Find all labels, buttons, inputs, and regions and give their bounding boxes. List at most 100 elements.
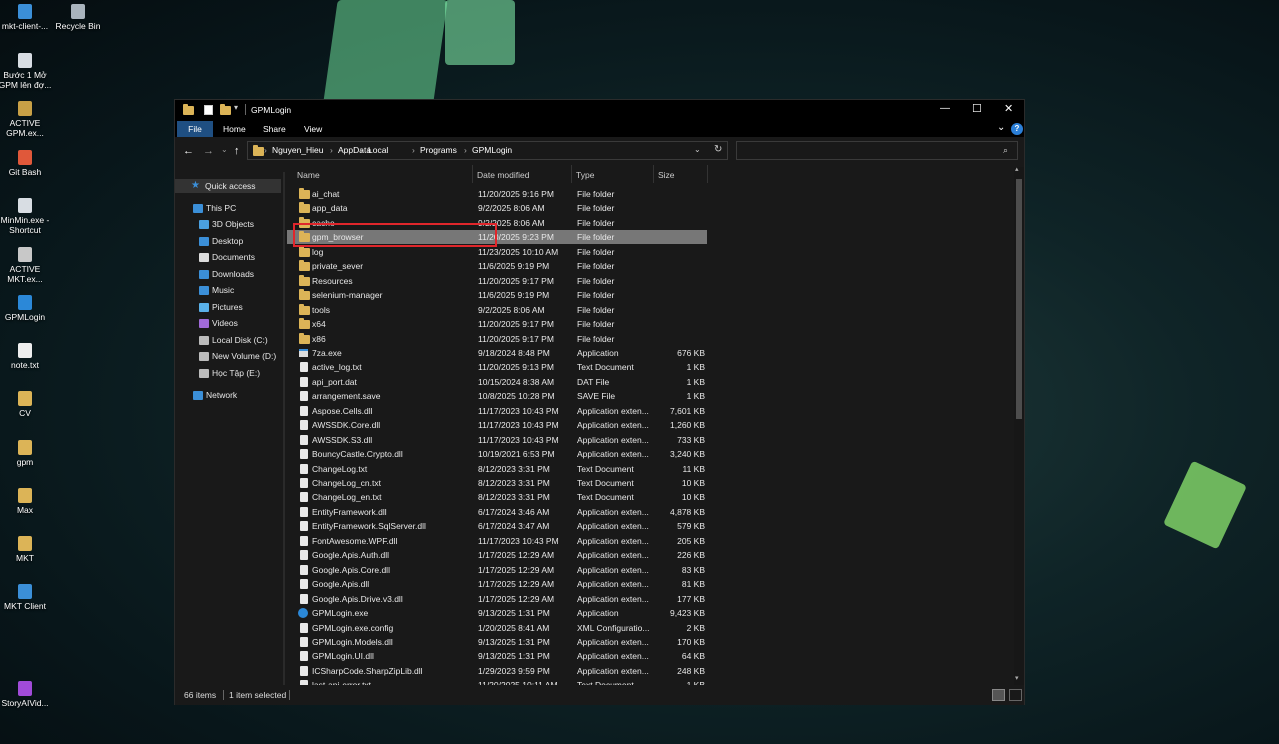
file-row[interactable]: ChangeLog.txt 8/12/2023 3:31 PM Text Docum… — [287, 462, 707, 476]
file-row[interactable]: GPMLogin.UI.dll 9/13/2025 1:31 PM Applicat… — [287, 649, 707, 663]
nav-item-quick-access[interactable]: ★ Quick access — [175, 179, 281, 193]
desktop-icon[interactable]: MKT — [0, 536, 53, 563]
file-row[interactable]: ai_chat 11/20/2025 9:16 PM File folder — [287, 187, 707, 201]
file-row[interactable]: BouncyCastle.Crypto.dll 10/19/2021 6:53 P… — [287, 447, 707, 461]
file-row[interactable]: x64 11/20/2025 9:17 PM File folder — [287, 317, 707, 331]
tab-share[interactable]: Share — [263, 122, 286, 136]
desktop-icon[interactable]: GPMLogin — [0, 295, 53, 322]
column-divider[interactable] — [707, 165, 708, 183]
column-header-size[interactable]: Size — [658, 168, 675, 182]
nav-item[interactable]: Desktop — [175, 234, 281, 248]
folder-icon[interactable] — [220, 104, 231, 115]
breadcrumb-item[interactable]: Programs — [420, 143, 457, 157]
breadcrumb-item[interactable]: Nguyen_Hieu — [272, 143, 324, 157]
vertical-scrollbar[interactable]: ▴ ▾ — [1014, 165, 1024, 685]
maximize-button[interactable]: ☐ — [972, 102, 982, 116]
file-row[interactable]: last-api-error.txt 11/20/2025 10:11 AM Tex… — [287, 678, 707, 685]
breadcrumb-separator[interactable]: › — [360, 143, 363, 157]
file-row[interactable]: x86 11/20/2025 9:17 PM File folder — [287, 332, 707, 346]
file-row[interactable]: active_log.txt 11/20/2025 9:13 PM Text Doc… — [287, 360, 707, 374]
desktop-icon[interactable]: mkt-client-... — [0, 4, 53, 31]
column-header-name[interactable]: Name — [297, 168, 320, 182]
file-row[interactable]: AWSSDK.S3.dll 11/17/2023 10:43 PM Applicat… — [287, 433, 707, 447]
desktop-icon[interactable]: MKT Client — [0, 584, 53, 611]
file-row[interactable]: AWSSDK.Core.dll 11/17/2023 10:43 PM Applic… — [287, 418, 707, 432]
nav-item[interactable]: Music — [175, 283, 281, 297]
desktop-icon[interactable]: Bước 1 Mở GPM lên đợ... — [0, 53, 53, 90]
file-row[interactable]: GPMLogin.exe 9/13/2025 1:31 PM Application… — [287, 606, 707, 620]
file-row[interactable]: api_port.dat 10/15/2024 8:38 AM DAT File 1 … — [287, 375, 707, 389]
scroll-down-icon[interactable]: ▾ — [1015, 674, 1019, 682]
file-row[interactable]: GPMLogin.exe.config 1/20/2025 8:41 AM XML … — [287, 621, 707, 635]
nav-item[interactable]: Local Disk (C:) — [175, 333, 281, 347]
desktop-icon[interactable]: Recycle Bin — [50, 4, 106, 31]
file-row[interactable]: app_data 9/2/2025 8:06 AM File folder — [287, 201, 707, 215]
nav-item[interactable]: Pictures — [175, 300, 281, 314]
file-row[interactable]: Resources 11/20/2025 9:17 PM File folder — [287, 274, 707, 288]
breadcrumb-item[interactable]: GPMLogin — [472, 143, 512, 157]
file-row[interactable]: GPMLogin.Models.dll 9/13/2025 1:31 PM Appl… — [287, 635, 707, 649]
quick-access-dropdown-icon[interactable]: ▾ — [234, 103, 238, 112]
large-icons-view-button[interactable] — [1009, 689, 1022, 701]
nav-item-network[interactable]: Network — [175, 388, 281, 402]
minimize-button[interactable]: — — [940, 102, 950, 116]
address-dropdown-icon[interactable]: ⌄ — [694, 143, 701, 157]
file-row[interactable]: EntityFramework.SqlServer.dll 6/17/2024 3… — [287, 519, 707, 533]
desktop-icon[interactable]: ACTIVE GPM.ex... — [0, 101, 53, 138]
nav-item[interactable]: Videos — [175, 316, 281, 330]
breadcrumb-separator[interactable]: › — [464, 143, 467, 157]
recent-locations-icon[interactable]: ⌄ — [221, 143, 228, 157]
breadcrumb-item[interactable]: Local — [368, 143, 388, 157]
file-row[interactable]: ICSharpCode.SharpZipLib.dll 1/29/2023 9:5… — [287, 664, 707, 678]
nav-item[interactable]: 3D Objects — [175, 217, 281, 231]
breadcrumb-item[interactable]: AppData — [338, 143, 371, 157]
desktop-icon[interactable]: ACTIVE MKT.ex... — [0, 247, 53, 284]
file-row[interactable]: ChangeLog_en.txt 8/12/2023 3:31 PM Text Do… — [287, 490, 707, 504]
refresh-icon[interactable]: ↻ — [714, 143, 722, 157]
search-input[interactable] — [741, 144, 991, 157]
address-bar[interactable]: › Nguyen_Hieu › AppData › Local › Programs › GPML… — [247, 141, 728, 160]
column-header-type[interactable]: Type — [576, 168, 594, 182]
desktop-icon[interactable]: Git Bash — [0, 150, 53, 177]
column-divider[interactable] — [472, 165, 473, 183]
help-icon[interactable]: ? — [1011, 123, 1023, 135]
file-row[interactable]: selenium-manager 11/6/2025 9:19 PM File fo… — [287, 288, 707, 302]
forward-button[interactable]: → — [203, 144, 214, 158]
file-row[interactable]: ChangeLog_cn.txt 8/12/2023 3:31 PM Text Do… — [287, 476, 707, 490]
back-button[interactable]: ← — [183, 144, 194, 158]
nav-item-this-pc[interactable]: This PC — [175, 201, 281, 215]
nav-item[interactable]: Documents — [175, 250, 281, 264]
tab-file[interactable]: File — [177, 121, 213, 137]
tab-home[interactable]: Home — [223, 122, 246, 136]
details-view-button[interactable] — [992, 689, 1005, 701]
file-row[interactable]: 7za.exe 9/18/2024 8:48 PM Application 676 K… — [287, 346, 707, 360]
checkbox-icon[interactable] — [204, 105, 213, 115]
file-row[interactable]: Google.Apis.Auth.dll 1/17/2025 12:29 AM Ap… — [287, 548, 707, 562]
nav-pane-scrollbar[interactable] — [283, 172, 285, 685]
file-row[interactable]: Aspose.Cells.dll 11/17/2023 10:43 PM Appli… — [287, 404, 707, 418]
breadcrumb-separator[interactable]: › — [412, 143, 415, 157]
tab-view[interactable]: View — [304, 122, 322, 136]
column-divider[interactable] — [571, 165, 572, 183]
file-row[interactable]: EntityFramework.dll 6/17/2024 3:46 AM Appl… — [287, 505, 707, 519]
up-button[interactable]: ↑ — [234, 144, 240, 158]
scroll-up-icon[interactable]: ▴ — [1015, 165, 1019, 173]
desktop-icon[interactable]: MinMin.exe - Shortcut — [0, 198, 53, 235]
desktop-icon[interactable]: CV — [0, 391, 53, 418]
file-row[interactable]: Google.Apis.Drive.v3.dll 1/17/2025 12:29 … — [287, 592, 707, 606]
file-row[interactable]: Google.Apis.Core.dll 1/17/2025 12:29 AM Ap… — [287, 563, 707, 577]
breadcrumb-separator[interactable]: › — [264, 143, 267, 157]
search-icon[interactable]: ⌕ — [1003, 143, 1008, 157]
column-divider[interactable] — [653, 165, 654, 183]
file-row[interactable]: tools 9/2/2025 8:06 AM File folder — [287, 303, 707, 317]
desktop-icon[interactable]: gpm — [0, 440, 53, 467]
desktop-icon[interactable]: Max — [0, 488, 53, 515]
file-row[interactable]: private_sever 11/6/2025 9:19 PM File folde… — [287, 259, 707, 273]
nav-item[interactable]: Downloads — [175, 267, 281, 281]
search-box[interactable]: ⌕ — [736, 141, 1018, 160]
nav-item[interactable]: New Volume (D:) — [175, 349, 281, 363]
close-button[interactable]: ✕ — [1004, 102, 1013, 116]
desktop-icon[interactable]: note.txt — [0, 343, 53, 370]
file-row[interactable]: arrangement.save 10/8/2025 10:28 PM SAVE F… — [287, 389, 707, 403]
ribbon-expand-icon[interactable]: ⌄ — [997, 121, 1005, 135]
